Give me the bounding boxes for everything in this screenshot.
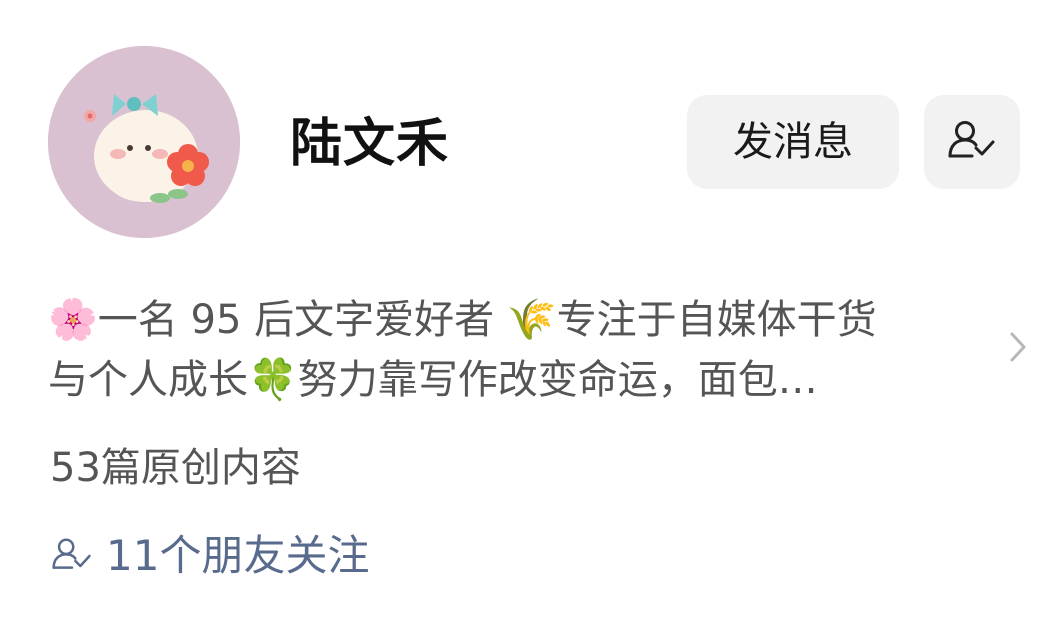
bio-line: 与个人成长🍀努力靠写作改变命运，面包…	[48, 357, 818, 403]
avatar[interactable]	[48, 46, 240, 238]
send-message-button[interactable]: 发消息	[687, 95, 899, 189]
profile-name: 陆文禾	[290, 114, 450, 174]
person-check-icon	[52, 538, 91, 569]
profile-page: 陆文禾 发消息 🌸一名 95 后文字爱好者 🌾专注于自媒体干货 与个人成长🍀努力…	[0, 0, 1056, 634]
chevron-right-icon[interactable]	[1008, 330, 1028, 368]
person-check-icon	[948, 121, 995, 158]
avatar-illustration	[48, 46, 240, 238]
friends-follow-text: 11个朋友关注	[106, 531, 370, 580]
original-content-count[interactable]: 53篇原创内容	[50, 440, 301, 496]
profile-bio[interactable]: 🌸一名 95 后文字爱好者 🌾专注于自媒体干货 与个人成长🍀努力靠写作改变命运，…	[48, 290, 998, 410]
follow-button[interactable]	[924, 95, 1020, 189]
bio-line: 🌸一名 95 后文字爱好者 🌾专注于自媒体干货	[48, 297, 877, 343]
friends-follow-link[interactable]: 11个朋友关注	[50, 526, 369, 586]
